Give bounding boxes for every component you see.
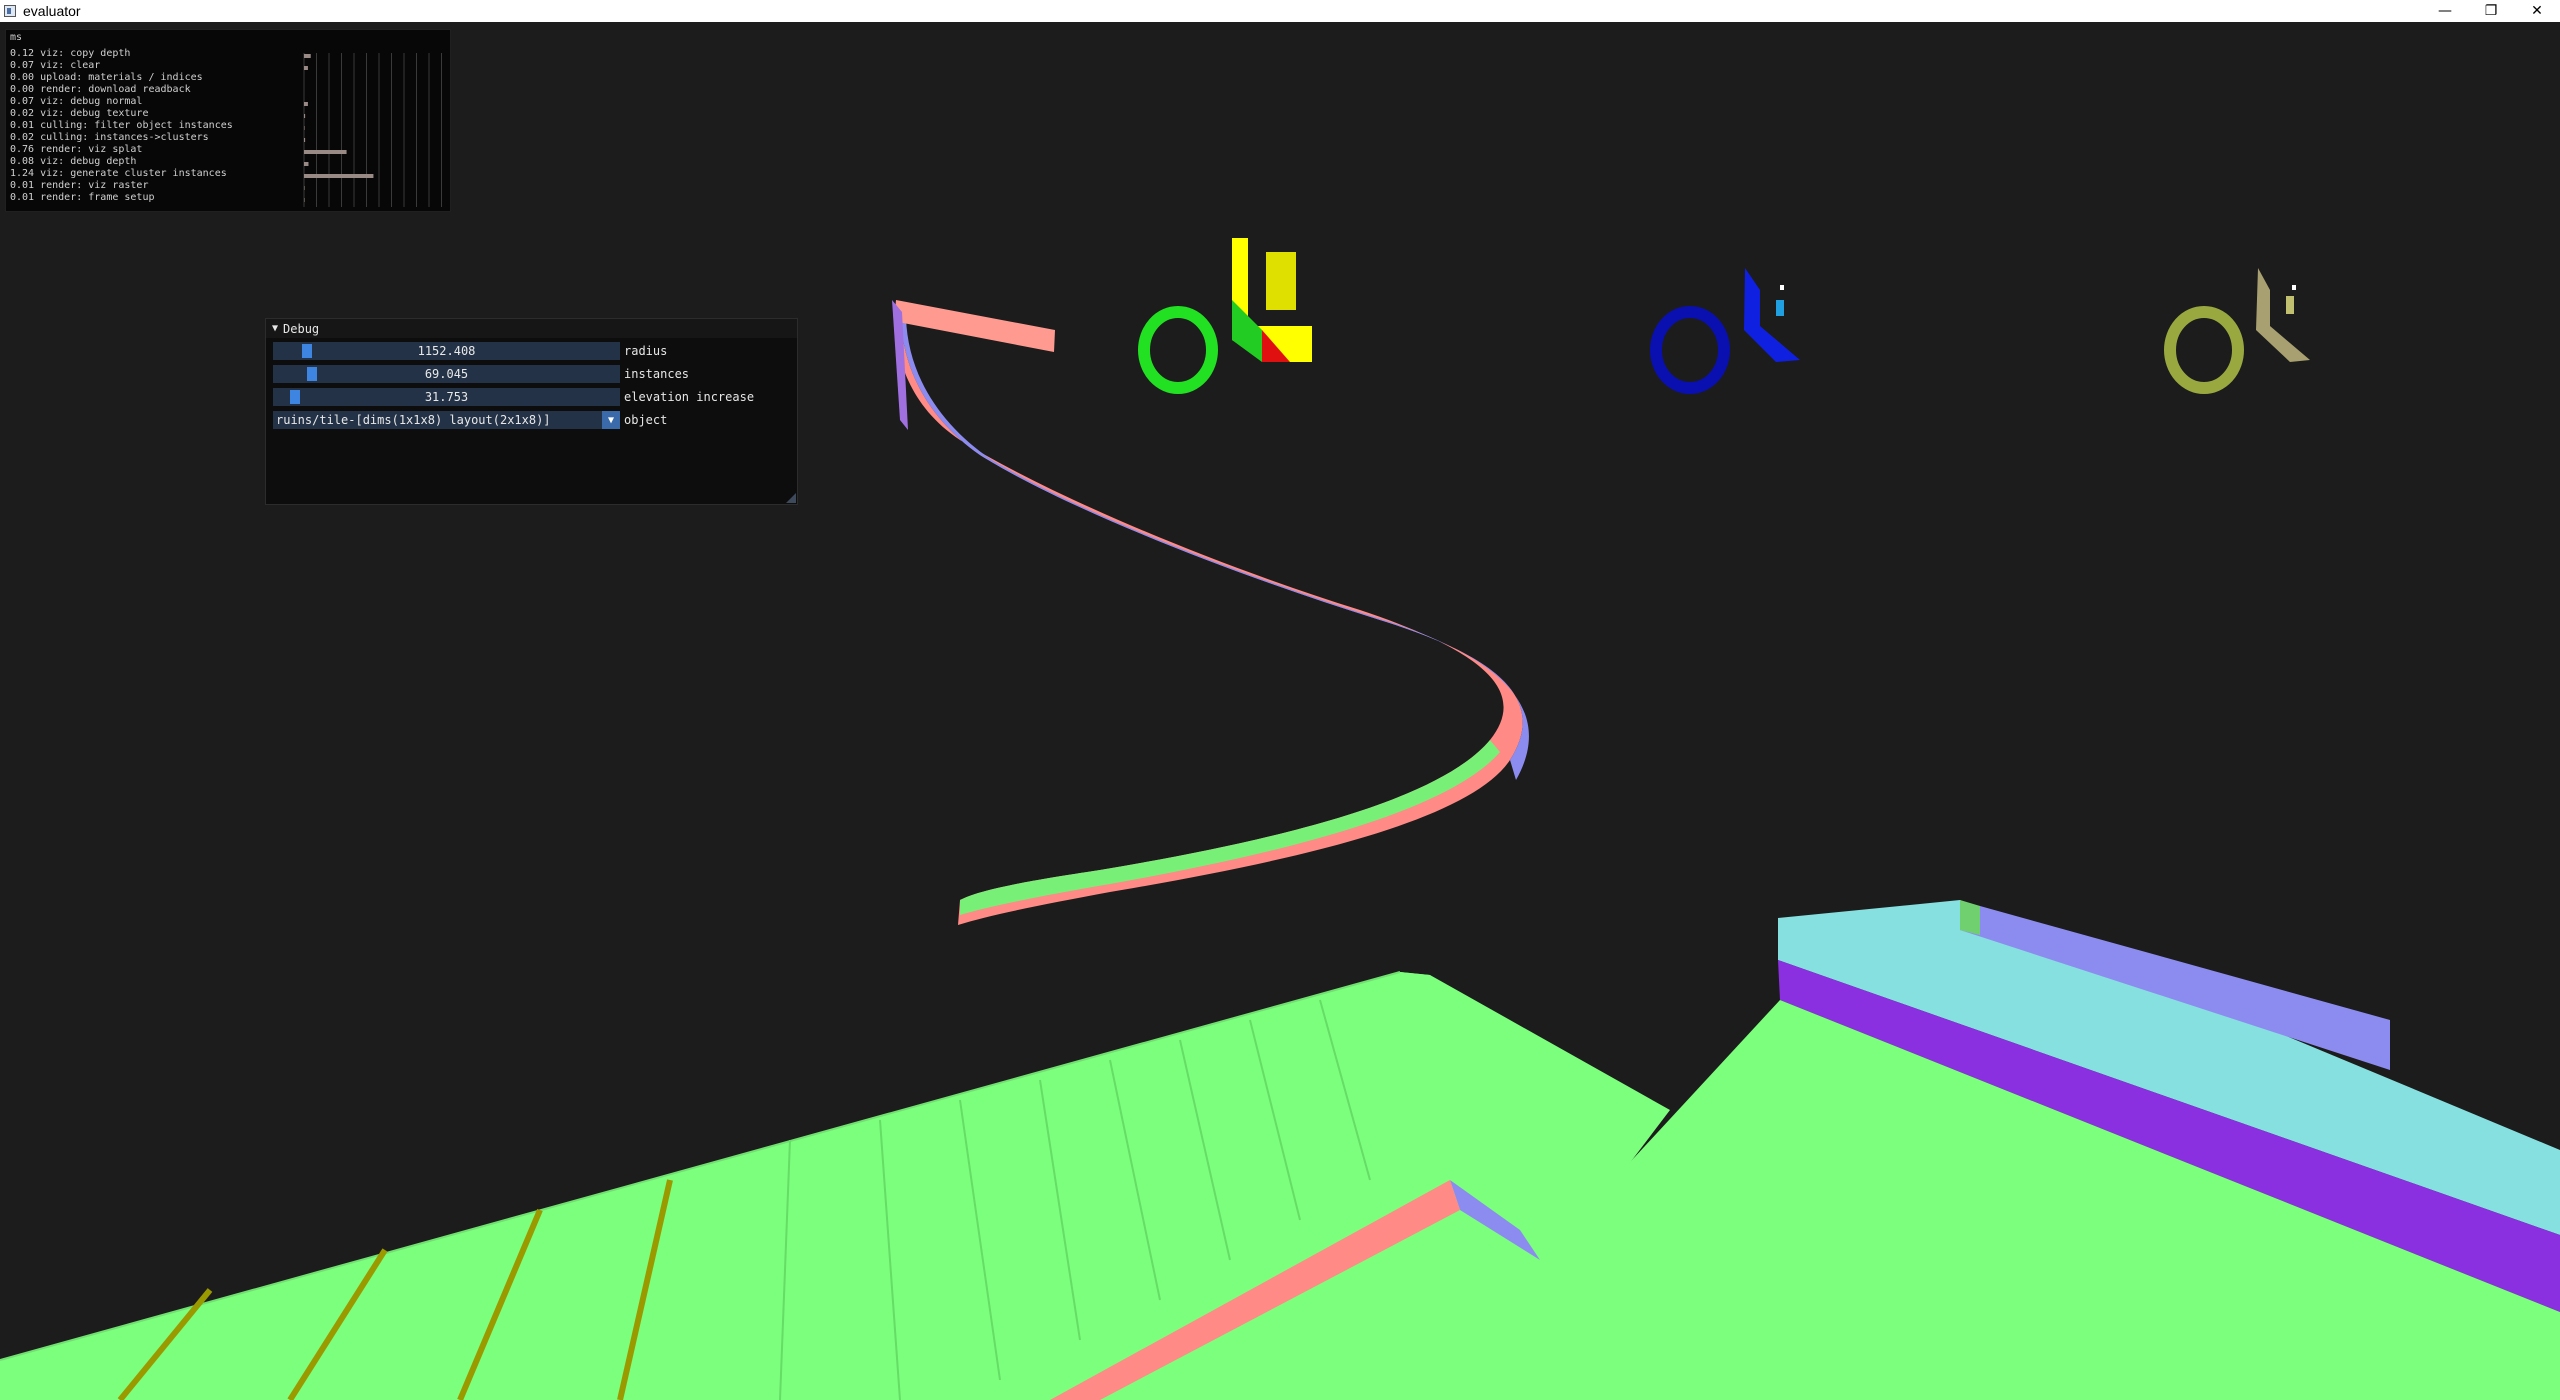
slider-value: 69.045 xyxy=(424,367,469,381)
timing-entry: 0.00 render: download readback xyxy=(10,84,191,95)
timing-profiler-panel: ms 0.12 viz: copy depth 0.07 viz: clear 0.… xyxy=(5,29,451,212)
timing-bar xyxy=(304,198,305,202)
combo-label: object xyxy=(624,413,668,427)
resize-grip[interactable] xyxy=(786,493,796,503)
elevation-row: 31.753 elevation increase xyxy=(273,388,754,406)
slider-grab[interactable] xyxy=(301,344,312,358)
slider-label: elevation increase xyxy=(624,390,755,404)
window-titlebar[interactable]: evaluator — ❐ ✕ xyxy=(0,0,2560,22)
timing-bar xyxy=(304,54,311,58)
restore-button[interactable]: ❐ xyxy=(2468,0,2514,22)
debug-titlebar[interactable]: ▼ Debug xyxy=(266,319,797,338)
window-title: evaluator xyxy=(23,3,81,19)
timing-entry: 1.24 viz: generate cluster instances xyxy=(10,168,227,179)
instances-row: 69.045 instances xyxy=(273,365,689,383)
timing-entry: 0.02 culling: instances->clusters xyxy=(10,132,209,143)
object-combo[interactable]: ruins/tile-[dims(1x1x8) layout(2x1x8)] ▼ xyxy=(273,411,620,429)
timing-list: 0.12 viz: copy depth 0.07 viz: clear 0.00 … xyxy=(10,48,233,204)
render-viewport[interactable]: ms 0.12 viz: copy depth 0.07 viz: clear 0.… xyxy=(0,22,2560,1400)
timing-bar xyxy=(304,174,374,178)
slider-value: 31.753 xyxy=(424,390,469,404)
collapse-arrow-icon[interactable]: ▼ xyxy=(272,323,278,334)
timing-bar xyxy=(304,114,306,118)
timing-entry: 0.01 render: viz raster xyxy=(10,180,149,191)
radius-row: 1152.408 radius xyxy=(273,342,667,360)
timing-entry: 0.01 render: frame setup xyxy=(10,192,155,203)
timing-bar xyxy=(304,162,309,166)
timing-entry: 0.02 viz: debug texture xyxy=(10,108,149,119)
timing-entry: 0.08 viz: debug depth xyxy=(10,156,137,167)
slider-grab[interactable] xyxy=(290,390,301,404)
close-button[interactable]: ✕ xyxy=(2514,0,2560,22)
instances-slider[interactable]: 69.045 xyxy=(273,365,620,383)
timing-header: ms xyxy=(10,32,23,43)
timing-bar xyxy=(304,126,305,130)
timing-entry: 0.12 viz: copy depth xyxy=(10,48,131,59)
timing-entry: 0.07 viz: debug normal xyxy=(10,96,143,107)
slider-grab[interactable] xyxy=(306,367,317,381)
3d-scene xyxy=(0,22,2560,1400)
debug-window[interactable]: ▼ Debug 1152.408 radius 69.045 instances xyxy=(265,318,798,505)
slider-label: instances xyxy=(624,367,690,381)
object-row: ruins/tile-[dims(1x1x8) layout(2x1x8)] ▼… xyxy=(273,411,667,429)
app-icon xyxy=(4,5,16,17)
timing-bar xyxy=(304,66,308,70)
timing-entry: 0.76 render: viz splat xyxy=(10,144,143,155)
timing-bar xyxy=(304,102,308,106)
elevation-increase-slider[interactable]: 31.753 xyxy=(273,388,620,406)
timing-entry: 0.07 viz: clear xyxy=(10,60,101,71)
combo-value: ruins/tile-[dims(1x1x8) layout(2x1x8)] xyxy=(276,413,551,427)
slider-label: radius xyxy=(624,344,668,358)
timing-entry: 0.01 culling: filter object instances xyxy=(10,120,233,131)
timing-bar xyxy=(304,150,347,154)
minimize-button[interactable]: — xyxy=(2422,0,2468,22)
slider-value: 1152.408 xyxy=(417,344,476,358)
dropdown-arrow-icon[interactable]: ▼ xyxy=(602,411,620,429)
timing-bar xyxy=(304,138,306,142)
timing-bar-graph xyxy=(303,53,442,207)
debug-title: Debug xyxy=(283,321,320,336)
app-window: evaluator — ❐ ✕ ms 0.12 viz: copy depth … xyxy=(0,0,2560,1400)
timing-entry: 0.00 upload: materials / indices xyxy=(10,72,203,83)
radius-slider[interactable]: 1152.408 xyxy=(273,342,620,360)
timing-bar xyxy=(304,186,305,190)
